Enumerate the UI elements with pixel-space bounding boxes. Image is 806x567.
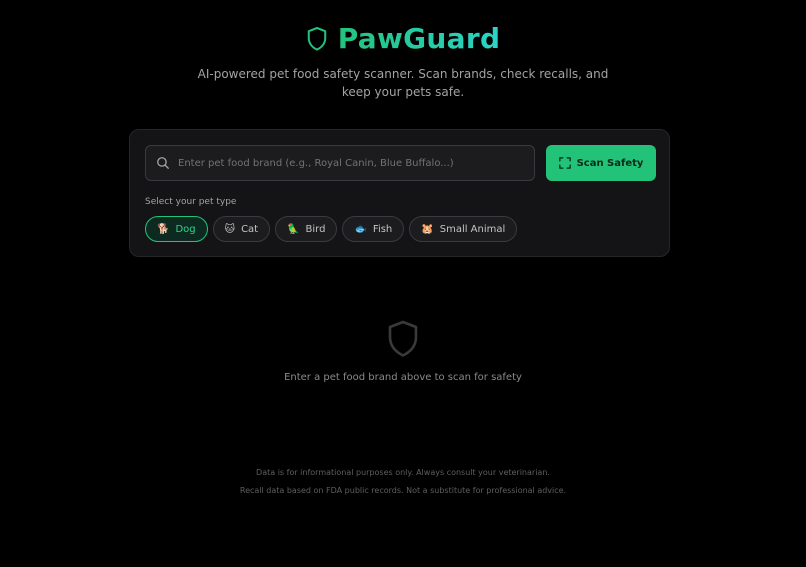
pet-chip-small-animal[interactable]: 🐹 Small Animal [409,216,518,242]
footer-recall-note: Recall data based on FDA public records.… [239,486,567,495]
search-box[interactable] [145,145,535,181]
tagline: AI-powered pet food safety scanner. Scan… [0,65,806,101]
pet-type-selector: 🐕 Dog 🐱 Cat 🦜 Bird 🐟 Fish 🐹 Small Animal [145,216,518,242]
tagline-line-2: keep your pets safe. [341,85,465,99]
empty-state-text: Enter a pet food brand above to scan for… [284,372,522,383]
scan-frame-icon [558,157,571,169]
fish-icon: 🐟 [354,223,367,235]
scan-card: Scan Safety Select your pet type 🐕 Dog 🐱… [129,129,670,257]
pet-chip-cat[interactable]: 🐱 Cat [212,216,271,242]
pet-chip-label: Fish [372,223,393,235]
footer: Data is for informational purposes only.… [0,464,806,500]
pet-chip-label: Small Animal [439,223,506,235]
header: PawGuard [0,22,806,55]
pet-chip-dog[interactable]: 🐕 Dog [145,216,208,242]
pet-chip-label: Bird [305,223,326,235]
footer-disclaimer: Data is for informational purposes only.… [256,468,550,477]
bird-icon: 🦜 [287,223,300,235]
pet-chip-label: Dog [175,223,196,235]
search-input[interactable] [178,146,534,180]
pet-chip-fish[interactable]: 🐟 Fish [342,216,405,242]
shield-icon [307,26,326,51]
pawguard-page: PawGuard AI-powered pet food safety scan… [0,0,806,567]
empty-state: Enter a pet food brand above to scan for… [0,320,806,383]
hamster-icon: 🐹 [421,223,434,235]
pet-chip-label: Cat [241,223,259,235]
scan-button-label: Scan Safety [576,157,644,169]
scan-safety-button[interactable]: Scan Safety [546,145,656,181]
cat-icon: 🐱 [224,223,236,235]
dog-icon: 🐕 [157,223,170,235]
tagline-line-1: AI-powered pet food safety scanner. Scan… [197,67,609,81]
pet-chip-bird[interactable]: 🦜 Bird [275,216,338,242]
shield-outline-icon [388,320,418,357]
search-icon [157,157,169,169]
pet-type-label: Select your pet type [145,197,237,207]
app-title: PawGuard [337,22,501,55]
